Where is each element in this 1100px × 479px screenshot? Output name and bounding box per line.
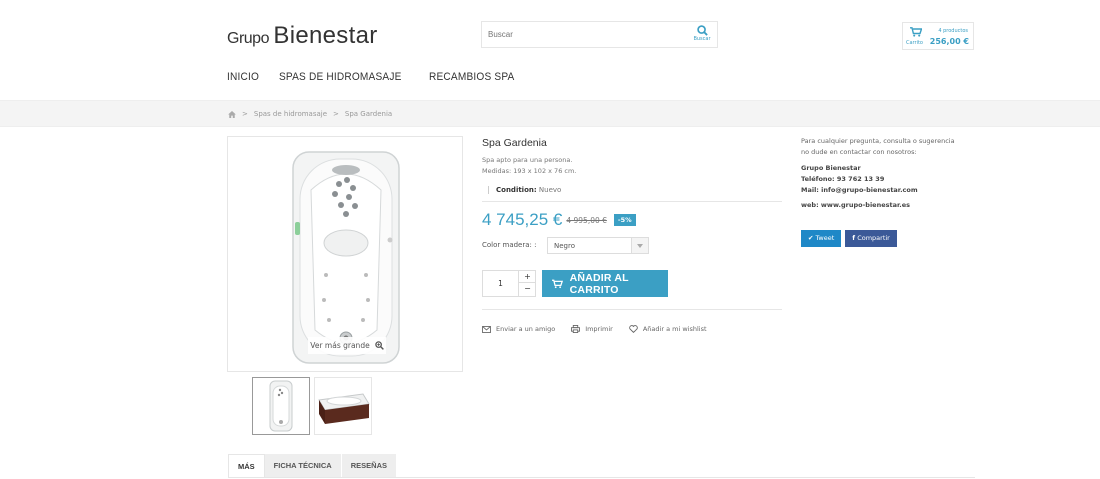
company-name: Grupo Bienestar [801, 164, 861, 172]
current-price: 4 745,25 € [482, 210, 563, 229]
quantity-increase-button[interactable]: + [518, 271, 536, 283]
product-title: Spa Gardenia [482, 137, 547, 149]
add-to-wishlist-link[interactable]: Añadir a mi wishlist [629, 325, 707, 333]
zoom-button[interactable]: Ver más grande [308, 337, 386, 354]
tab-resenas[interactable]: RESEÑAS [341, 454, 397, 478]
send-to-friend-link[interactable]: Enviar a un amigo [482, 325, 555, 333]
add-to-cart-button[interactable]: AÑADIR AL CARRITO [542, 270, 668, 297]
product-tabs: MÁS FICHA TÉCNICA RESEÑAS [228, 454, 397, 478]
thumbnail-spa-top-image [269, 380, 293, 432]
condition-value: Nuevo [538, 186, 562, 194]
condition-label: Condition: [496, 186, 537, 194]
thumbnail-1[interactable] [252, 377, 310, 435]
discount-badge: -5% [613, 214, 636, 226]
contact-text: Para cualquier pregunta, consulta o suge… [801, 137, 955, 145]
share-label: Compartir [857, 234, 890, 242]
print-label: Imprimir [585, 325, 613, 333]
facebook-icon: f [852, 234, 856, 242]
site-logo[interactable]: Grupo Bienestar [227, 22, 378, 50]
heart-icon [629, 325, 638, 333]
cart-block[interactable]: Carrito 4 productos 256,00 € [902, 22, 974, 50]
breadcrumb-item-current: Spa Gardenia [344, 110, 393, 118]
product-main-image[interactable]: Ver más grande [227, 136, 463, 372]
contact-phone: Teléfono: 93 762 13 39 [801, 175, 885, 183]
contact-info: Para cualquier pregunta, consulta o suge… [801, 136, 981, 211]
quantity-input[interactable]: 1 [483, 271, 518, 296]
cart-icon [910, 27, 922, 37]
product-actions: Enviar a un amigo Imprimir Añadir a mi w… [482, 325, 707, 333]
cart-label: Carrito [906, 40, 923, 46]
contact-website: web: www.grupo-bienestar.es [801, 201, 911, 209]
main-nav: INICIO SPAS DE HIDROMASAJE RECAMBIOS SPA [227, 71, 522, 83]
product-condition: Condition: Nuevo [488, 186, 561, 194]
description-line: Spa apto para una persona. [482, 156, 573, 164]
zoom-label: Ver más grande [310, 341, 370, 350]
spa-tub-image [292, 151, 400, 364]
printer-icon [571, 325, 581, 333]
color-select-value: Negro [554, 242, 575, 250]
logo-text-small: Grupo [227, 30, 269, 47]
tab-mas[interactable]: MÁS [228, 454, 265, 478]
tabs-divider [228, 477, 975, 478]
quantity-stepper: 1 + − [482, 270, 536, 297]
cart-icon [552, 279, 563, 288]
add-to-cart-label: AÑADIR AL CARRITO [569, 271, 629, 296]
social-share: ✔ Tweet f Compartir [801, 230, 897, 247]
divider [482, 309, 782, 310]
thumbnail-2[interactable] [314, 377, 372, 435]
description-line: Medidas: 193 x 102 x 76 cm. [482, 167, 577, 175]
zoom-in-icon [374, 341, 384, 350]
breadcrumb-separator: > [333, 110, 339, 118]
twitter-icon: ✔ [808, 234, 814, 242]
quantity-decrease-button[interactable]: − [518, 283, 536, 296]
divider [482, 201, 782, 202]
old-price: 4 995,00 € [566, 215, 607, 225]
search-icon [696, 25, 708, 36]
product-short-description: Spa apto para una persona. Medidas: 193 … [482, 155, 576, 177]
nav-item-spas[interactable]: SPAS DE HIDROMASAJE [279, 71, 402, 83]
contact-text: no dude en contactar con nosotros: [801, 148, 917, 156]
search-box: Buscar [481, 21, 718, 48]
home-icon[interactable] [228, 110, 236, 118]
envelope-icon [482, 325, 491, 333]
search-button[interactable]: Buscar [687, 22, 717, 47]
contact-email: Mail: info@grupo-bienestar.com [801, 186, 918, 194]
color-select[interactable]: Negro [547, 237, 649, 254]
breadcrumb-item-spas[interactable]: Spas de hidromasaje [254, 110, 327, 118]
tab-ficha-tecnica[interactable]: FICHA TÉCNICA [264, 454, 342, 478]
breadcrumb-separator: > [242, 110, 248, 118]
nav-item-recambios[interactable]: RECAMBIOS SPA [429, 71, 514, 83]
chevron-down-icon [631, 238, 648, 253]
page: Grupo Bienestar Buscar Carrito 4 product… [0, 0, 1100, 479]
send-to-friend-label: Enviar a un amigo [496, 325, 556, 333]
facebook-share-button[interactable]: f Compartir [845, 230, 897, 247]
cart-total: 256,00 € [929, 37, 969, 46]
breadcrumb: > Spas de hidromasaje > Spa Gardenia [228, 110, 392, 118]
price-block: 4 745,25 € 4 995,00 € -5% [482, 210, 636, 230]
tweet-label: Tweet [815, 234, 835, 242]
cart-count: 4 productos [938, 28, 968, 34]
search-input[interactable] [482, 22, 682, 47]
breadcrumb-bar: > Spas de hidromasaje > Spa Gardenia [0, 100, 1100, 127]
tweet-button[interactable]: ✔ Tweet [801, 230, 842, 247]
add-to-wishlist-label: Añadir a mi wishlist [642, 325, 707, 333]
print-link[interactable]: Imprimir [571, 325, 613, 333]
color-label: Color madera: : [482, 241, 537, 249]
logo-text-big: Bienestar [273, 22, 378, 49]
search-button-label: Buscar [693, 36, 711, 42]
nav-item-inicio[interactable]: INICIO [227, 71, 259, 83]
thumbnail-spa-side-image [318, 393, 370, 424]
